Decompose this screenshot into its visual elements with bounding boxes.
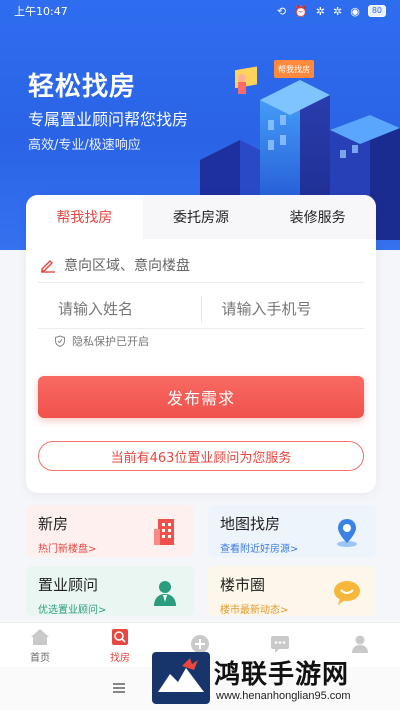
- tile-map-search[interactable]: 地图找房 查看附近好房源>: [208, 505, 376, 557]
- map-pin-icon: [337, 519, 357, 547]
- menu-icon[interactable]: [112, 683, 126, 693]
- hero-title: 轻松找房: [28, 72, 137, 102]
- battery-icon: 80: [367, 5, 386, 17]
- signal-icon: ✲: [315, 4, 325, 18]
- edit-pencil-icon: [38, 255, 58, 275]
- nav-find-house[interactable]: 找房: [80, 623, 160, 667]
- home-icon: [31, 628, 49, 645]
- region-placeholder: 意向区域、意向楼盘: [64, 257, 190, 274]
- shield-icon: [55, 335, 65, 347]
- sign-label: 帮我找房: [278, 64, 310, 74]
- wifi-icon: ◉: [350, 4, 360, 18]
- chat-bubble-icon: [334, 581, 360, 605]
- contact-inputs: 请输入姓名 请输入手机号: [38, 289, 364, 329]
- alarm-icon: ⏰: [294, 4, 308, 18]
- nav-label: 找房: [110, 652, 130, 664]
- tab-renovation[interactable]: 装修服务: [259, 195, 376, 239]
- name-input[interactable]: 请输入姓名: [38, 289, 201, 329]
- status-icons: ⟲ ⏰ ✲ ✲ ◉ 80: [277, 5, 386, 18]
- deer-icon: [158, 658, 204, 692]
- find-house-icon: [112, 628, 128, 645]
- advisor-count-button[interactable]: 当前有463位置业顾问为您服务: [38, 441, 364, 471]
- hero-tags: 高效/专业/极速响应: [28, 138, 141, 153]
- privacy-notice: 隐私保护已开启: [54, 333, 149, 349]
- sync-icon: ⟲: [276, 4, 287, 18]
- tile-market-circle[interactable]: 楼市圈 楼市最新动态>: [208, 566, 376, 616]
- profile-icon: [352, 635, 368, 653]
- status-bar: 上午10:47 ⟲ ⏰ ✲ ✲ ◉ 80: [0, 0, 400, 22]
- tab-bar: 帮我找房 委托房源 装修服务: [26, 195, 376, 239]
- nav-home[interactable]: 首页: [0, 623, 80, 667]
- region-input[interactable]: 意向区域、意向楼盘: [38, 247, 364, 283]
- watermark-url: www.henanhonglian95.com: [216, 690, 351, 702]
- signal-icon: ✲: [332, 4, 343, 18]
- nav-label: 首页: [30, 652, 50, 664]
- message-icon: [271, 636, 289, 653]
- submit-request-button[interactable]: 发布需求: [38, 376, 364, 418]
- privacy-text: 隐私保护已开启: [72, 335, 149, 348]
- plus-icon: [191, 635, 209, 653]
- advisor-icon: [154, 581, 176, 606]
- tab-list-property[interactable]: 委托房源: [142, 195, 260, 239]
- building-icon: [154, 519, 174, 545]
- find-house-card: 帮我找房 委托房源 装修服务 意向区域、意向楼盘 请输入姓名 请输入手机号 隐私…: [26, 195, 376, 493]
- tile-advisor[interactable]: 置业顾问 优选置业顾问>: [26, 566, 194, 616]
- watermark-name: 鸿联手游网: [214, 660, 350, 690]
- phone-input[interactable]: 请输入手机号: [202, 289, 365, 329]
- hero-subtitle: 专属置业顾问帮您找房: [28, 110, 189, 129]
- tile-new-house[interactable]: 新房 热门新楼盘>: [26, 505, 194, 557]
- tab-find-house[interactable]: 帮我找房: [26, 195, 143, 239]
- watermark-logo: [152, 652, 210, 704]
- status-time: 上午10:47: [14, 5, 68, 18]
